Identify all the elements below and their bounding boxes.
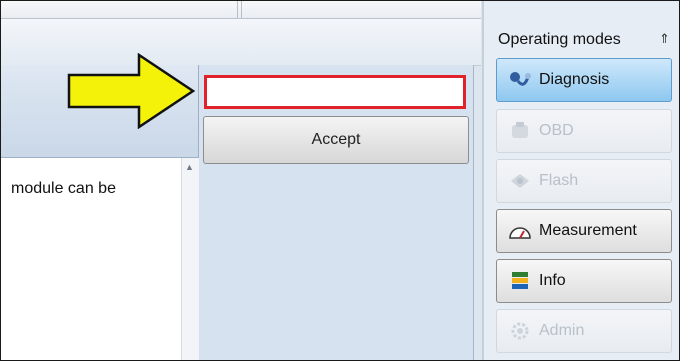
vertical-scrollbar[interactable]: ▲ xyxy=(181,158,200,360)
mode-diagnosis-button[interactable]: Diagnosis xyxy=(496,58,672,102)
mode-obd-button[interactable]: OBD xyxy=(496,109,672,153)
mode-label: Info xyxy=(539,272,566,289)
operating-modes-panel: Operating modes ⇑ Diagnosis OBD Flash Me… xyxy=(482,1,679,360)
tab-divider xyxy=(237,1,238,18)
message-panel: module can be xyxy=(1,158,181,360)
books-icon xyxy=(507,269,533,293)
operating-modes-title: Operating modes xyxy=(498,31,621,48)
mode-label: Diagnosis xyxy=(539,71,610,88)
yellow-arrow-icon xyxy=(67,53,196,129)
collapse-icon[interactable]: ⇑ xyxy=(659,31,670,47)
accept-button[interactable]: Accept xyxy=(203,116,469,164)
admin-gear-icon xyxy=(507,319,533,343)
mode-label: Measurement xyxy=(539,222,637,239)
mode-info-button[interactable]: Info xyxy=(496,259,672,303)
value-input[interactable] xyxy=(204,75,466,109)
stethoscope-icon xyxy=(507,68,533,92)
input-panel xyxy=(199,65,474,360)
mode-measurement-button[interactable]: Measurement xyxy=(496,209,672,253)
scroll-up-icon[interactable]: ▲ xyxy=(185,162,194,172)
mode-label: Flash xyxy=(539,172,579,189)
car-icon xyxy=(507,119,533,143)
mode-label: Admin xyxy=(539,322,585,339)
app-window: module can be ▲ Accept Operating modes ⇑… xyxy=(0,0,680,361)
tab-strip xyxy=(1,1,481,19)
message-text: module can be xyxy=(11,180,116,197)
chip-icon xyxy=(507,169,533,193)
tab-divider xyxy=(241,1,242,18)
mode-flash-button[interactable]: Flash xyxy=(496,159,672,203)
mode-admin-button[interactable]: Admin xyxy=(496,309,672,353)
gauge-icon xyxy=(507,219,533,243)
mode-label: OBD xyxy=(539,122,574,139)
